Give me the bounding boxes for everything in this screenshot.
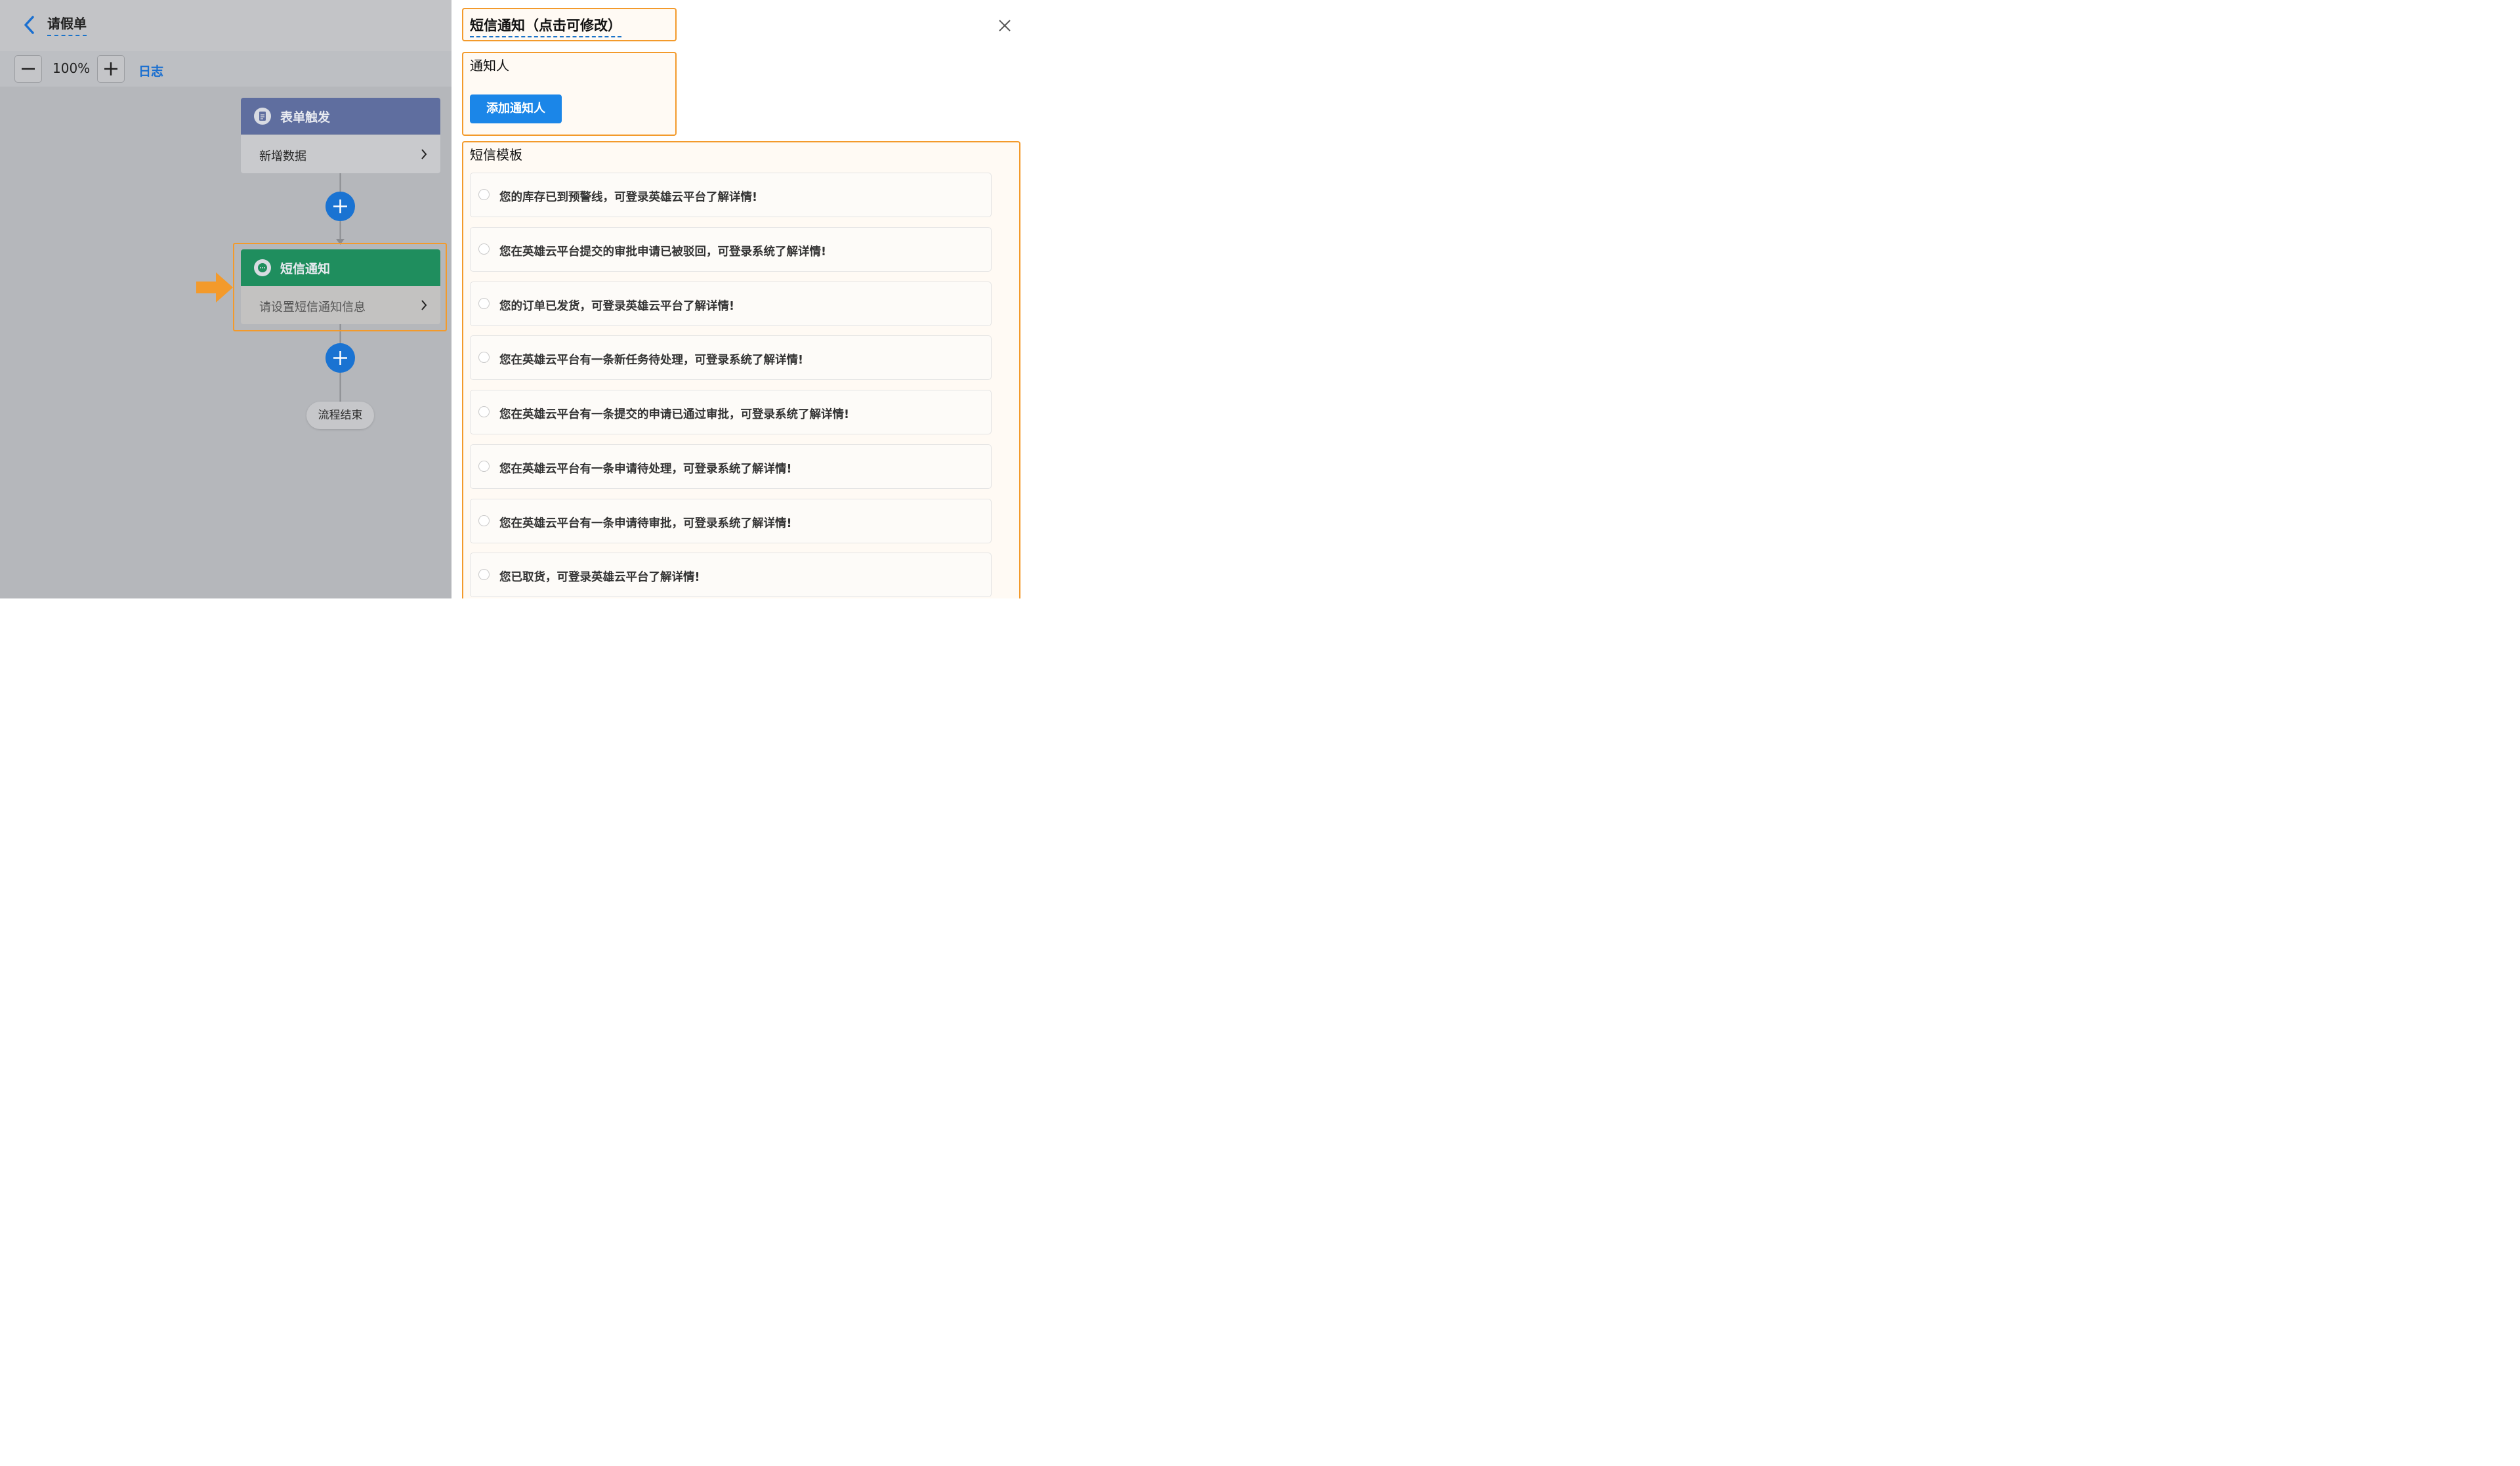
trigger-node-body[interactable]: 新增数据: [241, 135, 440, 173]
template-option[interactable]: 您在英雄云平台有一条新任务待处理，可登录系统了解详情!: [470, 335, 992, 380]
template-text: 您的库存已到预警线，可登录英雄云平台了解详情!: [499, 191, 757, 204]
plus-icon: [333, 199, 347, 213]
flow-end-node: 流程结束: [306, 402, 374, 429]
template-option[interactable]: 您在英雄云平台有一条申请待处理，可登录系统了解详情!: [470, 444, 992, 489]
sms-config-panel: 短信通知（点击可修改） 通知人 添加通知人 短信模板 您的库存已到预警线，可登录…: [452, 0, 1026, 598]
trigger-node-label: 新增数据: [259, 150, 306, 163]
radio-button[interactable]: [478, 461, 490, 472]
template-option[interactable]: 您的库存已到预警线，可登录英雄云平台了解详情!: [470, 173, 992, 217]
template-text: 您在英雄云平台有一条新任务待处理，可登录系统了解详情!: [499, 354, 803, 367]
template-text: 您的订单已发货，可登录英雄云平台了解详情!: [499, 300, 734, 313]
radio-button[interactable]: [478, 569, 490, 580]
add-step-button[interactable]: [326, 192, 355, 221]
recipient-label: 通知人: [470, 58, 509, 73]
sms-node-body[interactable]: 请设置短信通知信息: [241, 286, 440, 324]
flow-canvas: 请假单 100% 日志 表单触发 新增数据 短信通知 请设置短信通知信息 流程结…: [0, 0, 452, 598]
sms-node-header[interactable]: 短信通知: [241, 249, 440, 286]
template-option[interactable]: 您的订单已发货，可登录英雄云平台了解详情!: [470, 282, 992, 326]
template-section: 短信模板 您的库存已到预警线，可登录英雄云平台了解详情! 您在英雄云平台提交的审…: [462, 141, 1020, 598]
recipient-section: 通知人 添加通知人: [462, 52, 677, 136]
radio-button[interactable]: [478, 406, 490, 417]
template-text: 您在英雄云平台有一条申请待审批，可登录系统了解详情!: [499, 517, 792, 530]
template-option[interactable]: 您在英雄云平台有一条提交的申请已通过审批，可登录系统了解详情!: [470, 390, 992, 434]
template-text: 您在英雄云平台提交的审批申请已被驳回，可登录系统了解详情!: [499, 245, 826, 259]
sms-node-label: 请设置短信通知信息: [259, 301, 366, 314]
sms-node-title: 短信通知: [280, 262, 331, 276]
pointer-arrow-icon: [196, 272, 233, 303]
trigger-node-header[interactable]: 表单触发: [241, 98, 440, 135]
template-option[interactable]: 您已取货，可登录英雄云平台了解详情!: [470, 553, 992, 597]
template-option[interactable]: 您在英雄云平台提交的审批申请已被驳回，可登录系统了解详情!: [470, 227, 992, 272]
template-text: 您已取货，可登录英雄云平台了解详情!: [499, 571, 700, 584]
radio-button[interactable]: [478, 298, 490, 309]
template-label: 短信模板: [470, 147, 522, 163]
trigger-node-title: 表单触发: [280, 110, 331, 125]
radio-button[interactable]: [478, 352, 490, 363]
chevron-right-icon: [421, 300, 427, 310]
chat-bubble-icon: [254, 259, 271, 276]
template-option[interactable]: 您在英雄云平台有一条申请待审批，可登录系统了解详情!: [470, 499, 992, 543]
add-recipient-button[interactable]: 添加通知人: [470, 94, 562, 123]
template-text: 您在英雄云平台有一条申请待处理，可登录系统了解详情!: [499, 463, 792, 476]
radio-button[interactable]: [478, 243, 490, 255]
plus-icon: [333, 351, 347, 365]
document-icon: [254, 108, 271, 125]
chevron-right-icon: [421, 149, 427, 159]
add-step-button[interactable]: [326, 343, 355, 373]
template-text: 您在英雄云平台有一条提交的申请已通过审批，可登录系统了解详情!: [499, 408, 849, 421]
radio-button[interactable]: [478, 189, 490, 200]
panel-title-box: 短信通知（点击可修改）: [462, 8, 677, 41]
close-icon[interactable]: [998, 18, 1012, 33]
radio-button[interactable]: [478, 515, 490, 526]
panel-title[interactable]: 短信通知（点击可修改）: [470, 15, 621, 37]
